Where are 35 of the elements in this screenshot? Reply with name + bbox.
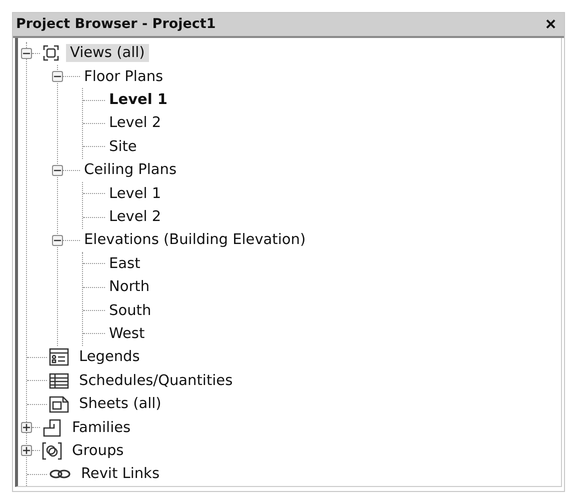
collapse-toggle[interactable] xyxy=(21,48,32,59)
tree-item-label[interactable]: Level 2 xyxy=(105,208,166,226)
plus-icon xyxy=(23,424,30,432)
tree-item-label[interactable]: Schedules/Quantities xyxy=(75,372,237,390)
tree-item-label[interactable]: Elevations (Building Elevation) xyxy=(80,231,310,250)
views-icon xyxy=(42,44,60,62)
legend-icon xyxy=(49,348,69,366)
tree-item-label[interactable]: Revit Links xyxy=(77,465,164,484)
tree-item-label[interactable]: Sheets (all) xyxy=(75,395,166,414)
family-icon xyxy=(42,418,62,437)
collapse-toggle[interactable] xyxy=(52,71,63,82)
tree-item-label[interactable]: Views (all) xyxy=(66,44,149,62)
collapse-toggle[interactable] xyxy=(52,234,63,246)
close-button[interactable]: × xyxy=(543,15,558,34)
collapse-toggle[interactable] xyxy=(52,164,63,176)
panel-title: Project Browser - Project1 xyxy=(16,16,216,32)
tree-item-label[interactable]: West xyxy=(105,324,149,343)
group-icon xyxy=(42,442,62,460)
expand-toggle[interactable] xyxy=(21,422,32,434)
expand-toggle[interactable] xyxy=(21,445,32,456)
sheet-icon xyxy=(49,395,69,414)
tree-item-label[interactable]: Level 1 xyxy=(105,91,172,110)
plus-icon xyxy=(23,447,30,454)
tree-item-label[interactable]: Groups xyxy=(68,442,128,460)
tree-item-label[interactable]: Level 1 xyxy=(105,184,166,203)
tree-item-label[interactable]: South xyxy=(105,302,156,320)
tree-item-label[interactable]: Families xyxy=(68,418,135,437)
tree-item-label[interactable]: Level 2 xyxy=(105,114,166,132)
tree-item-label[interactable]: East xyxy=(105,254,144,273)
table-icon xyxy=(49,372,69,390)
tree-item-label[interactable]: Legends xyxy=(75,348,144,366)
tree-item-label[interactable]: Site xyxy=(105,138,141,156)
tree-item-label[interactable]: Floor Plans xyxy=(80,68,168,86)
tree-item-label[interactable]: Ceiling Plans xyxy=(80,161,181,180)
tree-item-label[interactable]: North xyxy=(105,278,154,296)
